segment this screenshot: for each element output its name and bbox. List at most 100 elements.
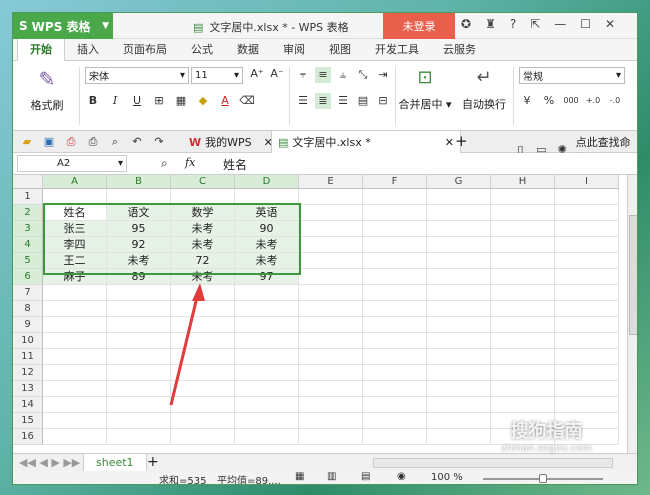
vertical-scrollbar[interactable] [627, 175, 637, 453]
name-box-value: A2 [57, 158, 71, 169]
status-bar: 求和=535 平均值=89.... ▦ ▥ ▤ ◉ 100 % [13, 471, 637, 485]
justify-icon[interactable]: ▤ [355, 93, 371, 109]
minimize-button[interactable]: — [554, 17, 566, 31]
wrap-icon: ↵ [476, 67, 492, 88]
align-bottom-icon[interactable]: ⫨ [335, 67, 351, 83]
increase-decimal-icon[interactable]: +.0 [585, 93, 601, 109]
zoom-formula-icon[interactable]: ⌕ [161, 156, 168, 171]
horizontal-scrollbar[interactable] [373, 458, 613, 468]
file-title: 文字居中.xlsx * - WPS 表格 [209, 21, 349, 34]
tab-view[interactable]: 视图 [317, 38, 363, 60]
number-format-select[interactable]: 常规 ▾ [519, 67, 625, 84]
font-color-icon[interactable]: A [217, 93, 233, 109]
save-icon[interactable]: ▣ [41, 134, 57, 150]
tab-insert[interactable]: 插入 [65, 38, 111, 60]
font-name-value: 宋体 [89, 72, 109, 83]
print-preview-icon[interactable]: ⌕ [107, 134, 123, 150]
align-middle-icon[interactable]: ≡ [315, 67, 331, 83]
zoom-thumb[interactable] [539, 474, 547, 483]
indent-icon[interactable]: ⇥ [375, 67, 391, 83]
print-icon[interactable]: ⎙ [85, 134, 101, 150]
chevron-down-icon: ▼ [102, 21, 109, 31]
tab-data[interactable]: 数据 [225, 38, 271, 60]
merge-center-button[interactable]: ⊡ 合并居中 ▾ [397, 67, 453, 112]
align-center-icon[interactable]: ≣ [315, 93, 331, 109]
export-pdf-icon[interactable]: ⎙ [63, 134, 79, 150]
formula-content[interactable]: 姓名 [223, 156, 247, 173]
number-format-value: 常规 [523, 72, 543, 83]
decrease-decimal-icon[interactable]: -.0 [607, 93, 623, 109]
page-break-icon[interactable]: ▥ [327, 471, 336, 482]
wps-logo-menu[interactable]: S WPS 表格 ▼ [13, 13, 113, 39]
help-icon[interactable]: ? [510, 17, 516, 31]
currency-icon[interactable]: ¥ [519, 93, 535, 109]
bold-button[interactable]: B [85, 93, 101, 109]
close-icon[interactable]: ✕ [445, 136, 454, 149]
percent-button[interactable]: % [541, 93, 557, 109]
wrap-text-button[interactable]: ↵ 自动换行 [459, 67, 509, 112]
quick-access-bar: ▰ ▣ ⎙ ⎙ ⌕ ↶ ↷ W 我的WPS ✕ ▤ 文字居中.xlsx * ✕ … [13, 131, 637, 165]
close-button[interactable]: ✕ [605, 17, 615, 31]
tab-mywps-label: 我的WPS [205, 136, 252, 149]
skin-icon[interactable]: ✪ [461, 17, 471, 31]
brush-icon: ✎ [38, 67, 56, 91]
login-button[interactable]: 未登录 [383, 13, 455, 39]
tab-file[interactable]: ▤ 文字居中.xlsx * ✕ [271, 131, 461, 153]
sheet-nav-icon[interactable]: ◀◀ ◀ ▶ ▶▶ [19, 456, 80, 469]
distribute-icon[interactable]: ⊟ [375, 93, 391, 109]
shirt-icon[interactable]: ♜ [485, 17, 496, 31]
window-controls: ✪ ♜ ? ⇱ — ☐ ✕ [461, 17, 615, 31]
font-size-value: 11 [195, 70, 208, 81]
fill-color-icon[interactable]: ◆ [195, 93, 211, 109]
wps-window: S WPS 表格 ▼ ▤ 文字居中.xlsx * - WPS 表格 未登录 ✪ … [12, 12, 638, 485]
tab-developer[interactable]: 开发工具 [363, 38, 431, 60]
open-folder-icon[interactable]: ▰ [19, 134, 35, 150]
add-sheet-button[interactable]: + [147, 454, 159, 470]
maximize-button[interactable]: ☐ [580, 17, 591, 31]
zoom-level[interactable]: 100 % [431, 472, 463, 483]
orientation-icon[interactable]: ⤡ [355, 67, 371, 83]
chevron-down-icon: ▾ [233, 70, 239, 81]
new-tab-button[interactable]: + [455, 132, 468, 150]
align-top-icon[interactable]: ⫧ [295, 67, 311, 83]
cell-style-icon[interactable]: ▦ [173, 93, 189, 109]
tab-home[interactable]: 开始 [17, 37, 65, 61]
font-name-select[interactable]: 宋体 ▾ [85, 67, 189, 84]
watermark-url: zhinan.sogou.com [501, 443, 593, 454]
underline-button[interactable]: U [129, 93, 145, 109]
title-bar: S WPS 表格 ▼ ▤ 文字居中.xlsx * - WPS 表格 未登录 ✪ … [13, 13, 637, 39]
tab-mywps[interactable]: W 我的WPS ✕ [183, 131, 279, 153]
grow-font-icon[interactable]: A⁺ [249, 66, 265, 82]
merge-icon: ⊡ [417, 67, 433, 88]
ribbon: ✎ 格式刷 宋体 ▾ 11 ▾ A⁺ A⁻ B I U ⊞ ▦ ◆ A ⌫ ⫧ ≡ … [13, 61, 637, 131]
clear-format-icon[interactable]: ⌫ [239, 93, 255, 109]
status-avg: 平均值=89.... [217, 476, 281, 485]
font-size-select[interactable]: 11 ▾ [191, 67, 243, 84]
sheet-grid[interactable]: ABCDEFGHI 1 2 3 4 5 6 7 8 9 10 11 12 13 14 15 16 姓名 语文 数学… [13, 175, 627, 453]
tab-formulas[interactable]: 公式 [179, 38, 225, 60]
italic-button[interactable]: I [107, 93, 123, 109]
undo-icon[interactable]: ↶ [129, 134, 145, 150]
reading-icon[interactable]: ◉ [397, 471, 406, 482]
shrink-font-icon[interactable]: A⁻ [269, 66, 285, 82]
name-box[interactable]: A2 ▾ [17, 155, 127, 172]
watermark-text: 搜狗指南 [510, 421, 583, 442]
normal-view-icon[interactable]: ▦ [295, 471, 304, 482]
redo-icon[interactable]: ↷ [151, 134, 167, 150]
scroll-thumb[interactable] [629, 215, 637, 335]
align-right-icon[interactable]: ☰ [335, 93, 351, 109]
sheet-tab-sheet1[interactable]: sheet1 [83, 454, 147, 472]
fx-button[interactable]: fx [185, 156, 195, 169]
borders-icon[interactable]: ⊞ [151, 93, 167, 109]
window-title: ▤ 文字居中.xlsx * - WPS 表格 [193, 19, 349, 35]
tab-page-layout[interactable]: 页面布局 [111, 38, 179, 60]
restore-ribbon-icon[interactable]: ⇱ [530, 17, 540, 31]
layout-icon[interactable]: ▤ [361, 471, 370, 482]
app-name: WPS 表格 [31, 19, 91, 34]
thousands-button[interactable]: 000 [563, 93, 579, 109]
tab-review[interactable]: 审阅 [271, 38, 317, 60]
align-left-icon[interactable]: ☰ [295, 93, 311, 109]
format-painter-button[interactable]: ✎ 格式刷 [17, 67, 77, 113]
formula-bar: A2 ▾ ⌕ fx 姓名 [13, 153, 637, 175]
tab-cloud[interactable]: 云服务 [431, 38, 488, 60]
